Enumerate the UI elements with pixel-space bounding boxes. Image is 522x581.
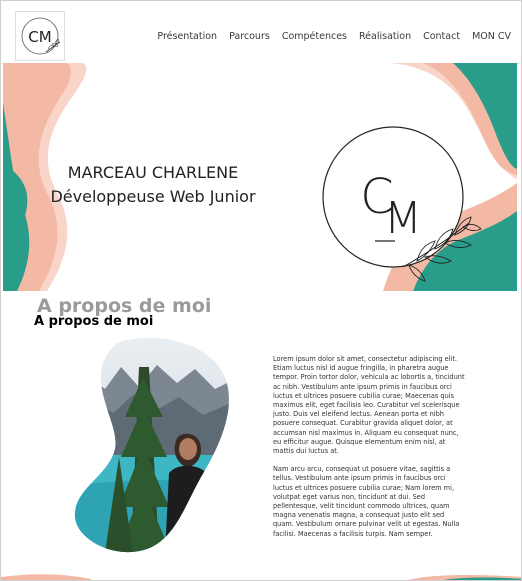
nav-link-competences[interactable]: Compétences [276, 30, 353, 44]
nav-link-mon-cv[interactable]: MON CV [466, 30, 517, 44]
nav-link-presentation[interactable]: Présentation [151, 30, 223, 44]
logo[interactable]: CM [15, 11, 65, 61]
about-paragraph-2: Nam arcu arcu, consequat ut posuere vita… [273, 465, 460, 538]
about-text: Lorem ipsum dolor sit amet, consectetur … [273, 355, 467, 548]
footer-wave-strip [1, 574, 521, 580]
hero-name: MARCEAU CHARLENE [67, 163, 239, 182]
about-heading: A propos de moi [34, 314, 154, 329]
logo-monogram-icon: CM [21, 17, 61, 55]
nav-link-parcours[interactable]: Parcours [223, 30, 276, 44]
page: CM Présentation Parcours Compétences Réa… [0, 0, 522, 581]
logo-text: CM [28, 28, 51, 46]
hero-section: MARCEAU CHARLENE Développeuse Web Junior… [3, 63, 517, 291]
hero-role: Développeuse Web Junior [50, 187, 256, 206]
navbar: CM Présentation Parcours Compétences Réa… [1, 1, 521, 64]
about-paragraph-1: Lorem ipsum dolor sit amet, consectetur … [273, 355, 465, 456]
main-menu: Présentation Parcours Compétences Réalis… [151, 30, 517, 44]
hero-heading: MARCEAU CHARLENE Développeuse Web Junior [33, 161, 273, 209]
hero-monogram-m: M [384, 193, 422, 244]
hero-monogram-icon: C M [322, 126, 482, 282]
profile-photo [74, 337, 229, 553]
nav-link-contact[interactable]: Contact [417, 30, 466, 44]
nav-link-realisation[interactable]: Réalisation [353, 30, 417, 44]
